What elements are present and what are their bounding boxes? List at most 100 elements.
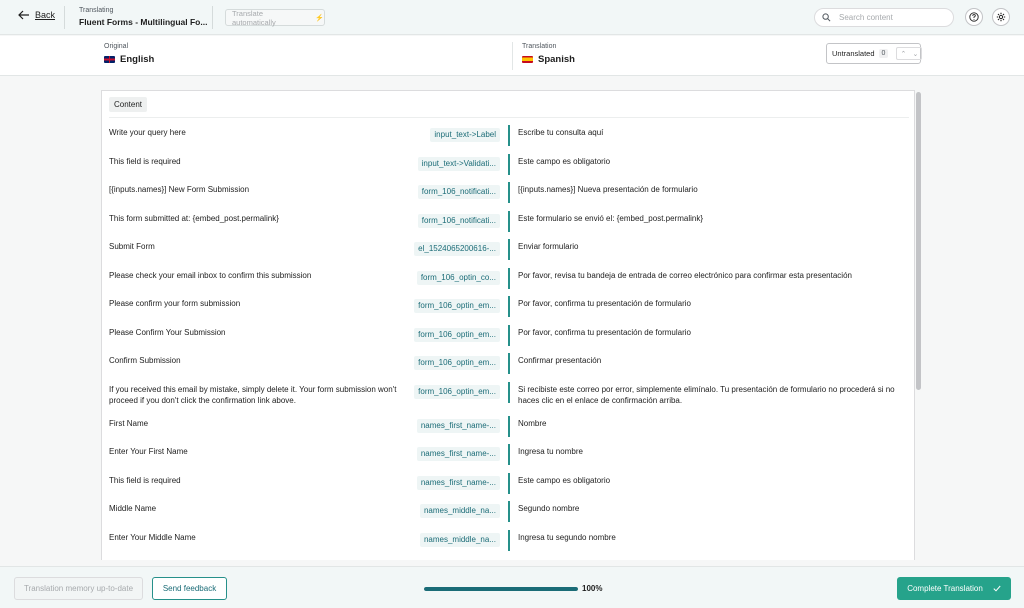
string-key-badge: form_106_optin_em... [414,299,500,313]
translation-row[interactable]: Please check your email inbox to confirm… [102,264,914,293]
string-key-badge: form_106_optin_co... [416,270,500,285]
translated-indicator [508,296,510,317]
page-title: Fluent Forms - Multilingual Fo... [79,17,208,27]
source-text: Please check your email inbox to confirm… [109,270,312,280]
progress-text: 100% [582,584,603,593]
original-language: Original English [104,42,154,65]
translation-text[interactable]: Ingresa tu segundo nombre [518,532,910,543]
translation-memory-button[interactable]: Translation memory up-to-date [14,577,143,600]
translated-indicator [508,267,510,289]
translation-text[interactable]: Segundo nombre [518,503,910,514]
translation-text[interactable]: Ingresa tu nombre [518,446,910,457]
search-input[interactable] [839,13,939,22]
translated-indicator [508,444,510,465]
complete-translation-label: Complete Translation [907,584,983,593]
translated-indicator [508,472,510,494]
translated-indicator [508,501,510,522]
translate-automatically-button[interactable]: Translate automatically ⚡ [225,8,325,27]
string-key-badge: names_first_name-... [416,447,500,461]
translation-text[interactable]: Este formulario se envió el: {embed_post… [518,213,910,224]
translation-row[interactable]: First Name names_first_name-... Nombre [102,412,914,441]
source-text: If you received this email by mistake, s… [109,384,397,405]
progress-fill [424,587,578,591]
help-button[interactable] [965,8,983,26]
string-key-badge: input_text->Label [430,128,500,142]
chevron-down-icon[interactable]: ⌄ [909,48,921,59]
translation-row[interactable]: Enter Your First Name names_first_name-..… [102,440,914,469]
divider [64,6,65,29]
translation-row[interactable]: Write your query here input_text->Label Es… [102,121,914,150]
translation-language-name: Spanish [538,54,575,65]
original-language-name: English [120,54,155,65]
translation-text[interactable]: Este campo es obligatorio [518,475,910,486]
translation-text[interactable]: Enviar formulario [518,241,910,252]
untranslated-filter[interactable]: Untranslated 0 ⌃ ⌄ [826,43,923,64]
translated-indicator [508,529,510,551]
source-text: This field is required [109,156,181,166]
translation-text[interactable]: Este campo es obligatorio [518,156,910,167]
translation-text[interactable]: Por favor, confirma tu presentación de f… [518,327,910,338]
translation-text[interactable]: Si recibiste este correo por error, simp… [518,384,910,406]
translation-text[interactable]: Confirmar presentación [518,355,910,366]
send-feedback-button[interactable]: Send feedback [152,577,227,600]
source-text: This form submitted at: {embed_post.perm… [109,213,279,223]
translated-indicator [508,125,510,146]
translation-row[interactable]: Confirm Submission form_106_optin_em... Co… [102,349,914,378]
string-key-badge: names_middle_na... [419,504,500,518]
scrollbar[interactable] [916,92,921,390]
arrow-left-icon [18,10,29,20]
string-key-badge: input_text->Validati... [417,156,500,171]
source-text: Confirm Submission [109,356,181,365]
translation-text[interactable]: Por favor, confirma tu presentación de f… [518,298,910,309]
string-key-badge: names_middle_na... [419,532,500,547]
gear-icon [996,12,1006,22]
translation-row[interactable]: Enter Your Middle Name names_middle_na...… [102,526,914,555]
check-icon [993,585,1001,592]
translation-row[interactable]: Submit Form el_1524065200616-... Enviar fo… [102,235,914,264]
footer-bar: Translation memory up-to-date Send feedb… [0,566,1024,608]
translation-row[interactable]: [{inputs.names}] New Form Submission form… [102,178,914,207]
translation-row[interactable]: If you received this email by mistake, s… [102,378,914,412]
translation-row[interactable]: Please confirm your form submission form_… [102,292,914,321]
string-key-badge: form_106_notificati... [417,185,500,199]
source-text: First Name [109,418,149,428]
translation-row[interactable]: Middle Name names_middle_na... Segundo nom… [102,497,914,526]
translation-text[interactable]: Escribe tu consulta aquí [518,127,910,138]
translation-text[interactable]: Nombre [518,418,910,429]
bolt-icon: ⚡ [315,14,324,22]
section-label: Content [109,97,148,112]
string-key-badge: form_106_optin_em... [414,327,500,342]
back-button[interactable]: Back [18,10,55,20]
back-label: Back [35,10,56,20]
page-subtitle: Translating [79,7,114,14]
translated-indicator [508,239,510,260]
source-text: Middle Name [109,504,157,513]
divider [109,117,909,118]
translation-label: Translation [522,43,557,50]
translated-indicator [508,353,510,374]
source-text: [{inputs.names}] New Form Submission [109,185,250,194]
translate-automatically-label: Translate automatically [232,8,276,27]
translation-row[interactable]: This field is required input_text->Valida… [102,150,914,179]
filter-label: Untranslated [832,49,875,58]
translation-text[interactable]: [{inputs.names}] Nueva presentación de f… [518,184,910,195]
source-text: Enter Your Middle Name [109,532,196,542]
source-text: Please confirm your form submission [109,299,241,308]
translated-indicator [508,153,510,175]
spain-flag-icon [522,56,533,63]
original-label: Original [104,43,129,50]
settings-button[interactable] [992,8,1010,26]
translation-row[interactable]: This field is required names_first_name-.… [102,469,914,498]
string-key-badge: el_1524065200616-... [414,242,500,256]
translation-row[interactable]: This form submitted at: {embed_post.perm… [102,207,914,236]
chevron-up-icon[interactable]: ⌃ [897,48,909,59]
complete-translation-button[interactable]: Complete Translation [897,577,1011,600]
navigation-arrows: ⌃ ⌄ [896,47,923,60]
help-icon [969,12,979,22]
translation-text[interactable]: Por favor, revisa tu bandeja de entrada … [518,270,910,281]
search-icon [822,13,831,22]
search-box[interactable] [814,8,954,27]
filter-count-badge: 0 [878,49,889,58]
translation-row[interactable]: Please Confirm Your Submission form_106_o… [102,321,914,350]
translated-indicator [508,182,510,203]
